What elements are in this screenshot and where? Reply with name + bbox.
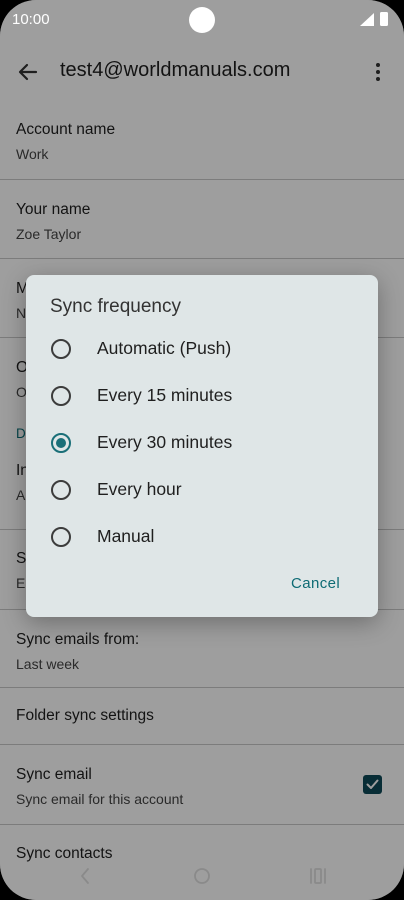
option-automatic-push[interactable]: Automatic (Push) [26,326,378,373]
phone-screen: test4@worldmanuals.com Account name Work… [0,0,404,900]
radio-button[interactable] [51,386,71,406]
signal-icon [360,13,374,26]
dialog-title: Sync frequency [50,296,181,317]
recents-bars-icon[interactable] [309,865,327,892]
radio-button[interactable] [51,480,71,500]
camera-cutout [189,7,215,33]
radio-button-selected[interactable] [51,433,71,453]
option-every-30-minutes[interactable]: Every 30 minutes [26,420,378,467]
option-label: Every 30 minutes [97,432,233,452]
option-manual[interactable]: Manual [26,514,378,561]
option-every-hour[interactable]: Every hour [26,467,378,514]
battery-icon [380,12,388,26]
status-time: 10:00 [12,11,50,28]
chevron-left-icon[interactable] [78,865,92,892]
status-bar: 10:00 [0,0,404,40]
radio-button[interactable] [51,339,71,359]
navigation-bar [0,855,404,900]
option-label: Manual [97,526,155,546]
radio-button[interactable] [51,527,71,547]
sync-frequency-dialog: Sync frequency Automatic (Push) Every 15… [26,275,378,617]
option-every-15-minutes[interactable]: Every 15 minutes [26,373,378,420]
option-label: Automatic (Push) [97,338,232,358]
option-label: Every 15 minutes [97,385,233,405]
cancel-button[interactable]: Cancel [291,575,340,592]
circle-home-icon[interactable] [193,865,211,892]
option-label: Every hour [97,479,182,499]
